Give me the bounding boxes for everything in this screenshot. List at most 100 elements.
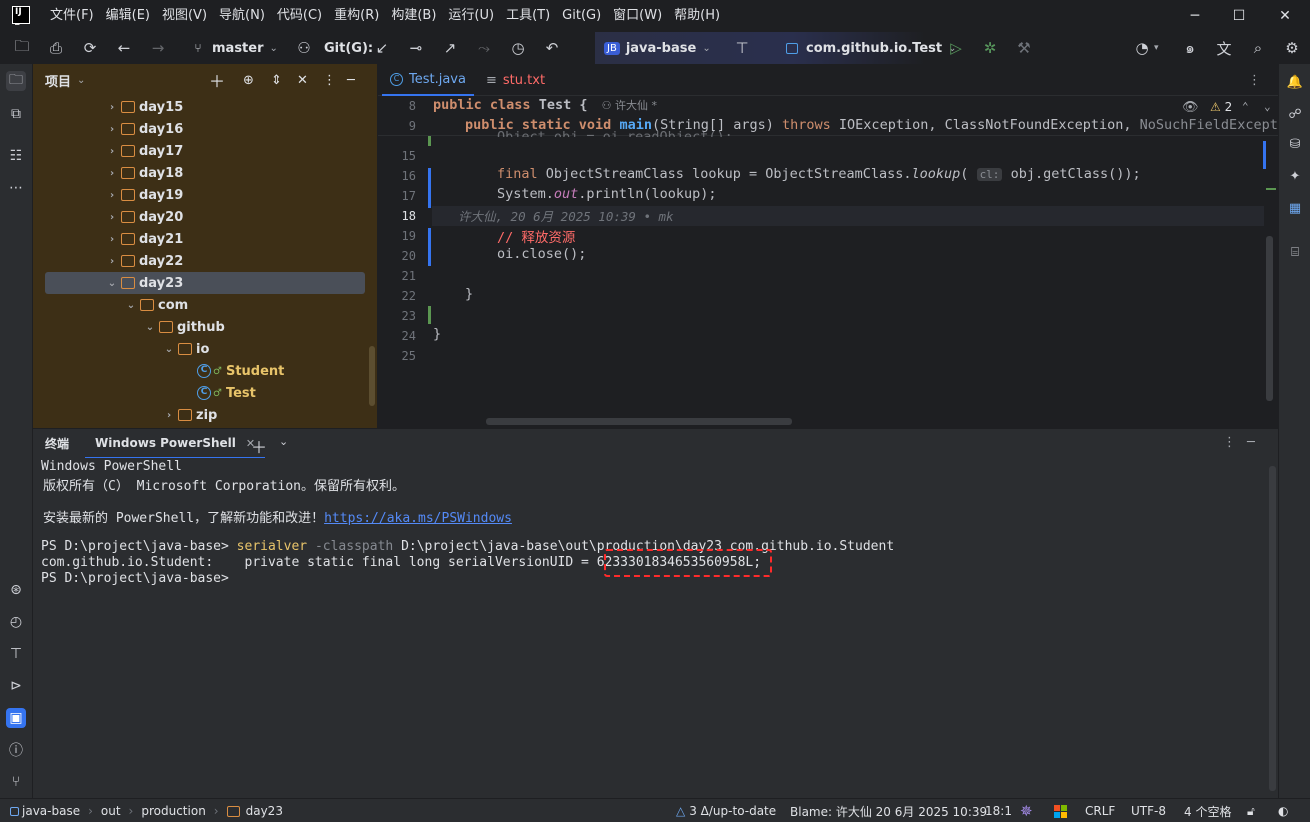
tab-test-java[interactable]: C Test.java <box>382 64 474 96</box>
ai-assistant-icon[interactable]: ๑ <box>1178 36 1202 60</box>
run-tool-icon[interactable]: ⊳ <box>6 676 26 696</box>
vcs-status[interactable]: △ 3 Δ/up-to-date <box>676 799 776 822</box>
chevron-right-icon[interactable]: › <box>105 256 119 267</box>
menu-item[interactable]: 代码(C) <box>271 4 328 28</box>
tree-item-day17[interactable]: › day17 <box>45 140 365 162</box>
chevron-down-icon[interactable]: ⌄ <box>77 75 85 86</box>
chevron-right-icon[interactable]: › <box>162 410 176 421</box>
expand-all-icon[interactable]: ⇕ <box>271 73 282 88</box>
menu-item[interactable]: Git(G) <box>556 4 607 28</box>
editor-v-scrollbar[interactable] <box>1266 236 1273 401</box>
more-tools-icon[interactable]: ⋯ <box>6 178 26 198</box>
intellij-logo-icon[interactable]: IJ _ <box>12 6 30 26</box>
warning-icon[interactable]: ⚠ 2 <box>1210 100 1232 114</box>
chevron-right-icon[interactable]: › <box>105 234 119 245</box>
terminal-options-icon[interactable]: ⋮ <box>1223 435 1236 450</box>
chevron-right-icon[interactable]: › <box>105 190 119 201</box>
menu-item[interactable]: 构建(B) <box>385 4 442 28</box>
ai-status-icon[interactable]: ✵ <box>1020 799 1033 822</box>
services-icon[interactable]: ⊛ <box>6 580 26 600</box>
added-lines-marker[interactable] <box>428 136 431 146</box>
tree-item-day20[interactable]: › day20 <box>45 206 365 228</box>
run-config-widget[interactable]: com.github.io.Test ⌄ <box>786 36 956 60</box>
windows-icon[interactable] <box>1054 799 1067 822</box>
terminal-icon[interactable]: ▣ <box>6 708 26 728</box>
line-ending[interactable]: CRLF <box>1085 799 1115 822</box>
notifications-icon[interactable]: 🔔 <box>1285 72 1305 92</box>
tree-item-zip[interactable]: › zip <box>45 404 365 426</box>
caret-position[interactable]: 18:1 <box>985 799 1012 822</box>
database-icon[interactable]: ⛁ <box>1285 134 1305 154</box>
tree-item-student[interactable]: C ♂ Student <box>45 360 365 382</box>
code-editor[interactable]: 8 public class Test { ⚇ 许大仙 * 9 public s… <box>378 96 1294 428</box>
editor-tab-options-icon[interactable]: ⋮ <box>1248 64 1261 96</box>
menu-item[interactable]: 视图(V) <box>156 4 213 28</box>
git-merge-icon[interactable]: ⤳ <box>472 36 496 60</box>
chevron-down-icon[interactable]: ⌄ <box>279 435 288 448</box>
indent-setting[interactable]: 4 个空格 <box>1184 799 1231 822</box>
git-push-icon[interactable]: ↗ <box>438 36 462 60</box>
gradle-icon[interactable]: ✦ <box>1285 166 1305 186</box>
menu-item[interactable]: 工具(T) <box>500 4 556 28</box>
tree-item-day23[interactable]: ⌄ day23 <box>45 272 365 294</box>
prev-problem-icon[interactable]: ⌃ <box>1242 100 1249 113</box>
powershell-link[interactable]: https://aka.ms/PSWindows <box>324 511 512 526</box>
chevron-down-icon[interactable]: ⌄ <box>105 278 119 289</box>
project-widget[interactable]: JB java-base ⌄ <box>604 36 711 60</box>
build-tool-icon[interactable]: ⊤ <box>6 644 26 664</box>
translate-icon[interactable]: 文 <box>1212 36 1236 60</box>
project-panel-title[interactable]: 项目 <box>45 71 71 90</box>
add-icon[interactable]: ＋ <box>209 68 225 92</box>
next-problem-icon[interactable]: ⌄ <box>1264 100 1271 113</box>
breadcrumb-item[interactable]: day23 <box>246 804 283 818</box>
hide-panel-icon[interactable]: ─ <box>347 73 355 88</box>
chevron-down-icon[interactable]: ⌄ <box>143 322 157 333</box>
git-commit-icon[interactable]: ⊸ <box>404 36 428 60</box>
forward-icon[interactable]: → <box>146 36 170 60</box>
changed-lines-marker[interactable] <box>428 228 431 266</box>
tree-item-io[interactable]: ⌄ io <box>45 338 365 360</box>
git-tool-icon[interactable]: ⑂ <box>6 772 26 792</box>
chevron-right-icon[interactable]: › <box>105 124 119 135</box>
branch-widget[interactable]: ⑂ master ⌄ <box>186 36 278 60</box>
terminal-output[interactable]: Windows PowerShell 版权所有（C） Microsoft Cor… <box>33 458 1278 798</box>
build-icon[interactable]: ⚒ <box>1012 36 1036 60</box>
open-folder-icon[interactable]: 🗀 <box>10 36 34 60</box>
tab-windows-powershell[interactable]: Windows PowerShell ✕ <box>85 429 266 459</box>
tree-item-github[interactable]: ⌄ github <box>45 316 365 338</box>
added-lines-marker[interactable] <box>428 306 431 324</box>
locate-icon[interactable]: ⊕ <box>243 73 254 88</box>
tree-item-day18[interactable]: › day18 <box>45 162 365 184</box>
problems-icon[interactable]: ⓘ <box>6 740 26 760</box>
menu-item[interactable]: 导航(N) <box>213 4 271 28</box>
close-button[interactable]: ✕ <box>1262 0 1308 32</box>
new-tab-icon[interactable]: ＋ <box>251 434 267 458</box>
hide-terminal-icon[interactable]: ─ <box>1247 435 1255 450</box>
menu-item[interactable]: 重构(R) <box>328 4 385 28</box>
editor-h-scrollbar[interactable] <box>486 418 792 425</box>
memory-indicator-icon[interactable]: ◐ <box>1278 799 1288 822</box>
options-icon[interactable]: ⋮ <box>323 73 336 88</box>
build-hammer-icon[interactable]: ⊤ <box>730 36 754 60</box>
sync-icon[interactable]: ⟳ <box>78 36 102 60</box>
project-scrollbar[interactable] <box>369 346 375 406</box>
lock-icon[interactable]: 🔓︎ <box>1247 799 1255 822</box>
tree-item-com[interactable]: ⌄ com <box>45 294 365 316</box>
chevron-down-icon[interactable]: ⌄ <box>162 344 176 355</box>
menu-item[interactable]: 帮助(H) <box>668 4 726 28</box>
tree-item-day16[interactable]: › day16 <box>45 118 365 140</box>
structure-icon[interactable]: ☷ <box>6 146 26 166</box>
terminal-scrollbar[interactable] <box>1269 466 1276 791</box>
profiler-icon[interactable]: ◴ <box>6 612 26 632</box>
search-icon[interactable]: ⌕ <box>1246 36 1270 60</box>
key-promoter-icon[interactable]: ⌸ <box>1285 242 1305 262</box>
chevron-right-icon[interactable]: › <box>105 102 119 113</box>
run-button[interactable]: ▷ <box>944 36 968 60</box>
reader-mode-eye-icon[interactable]: 👁 <box>1182 100 1199 115</box>
project-folder-icon[interactable]: 🗀 <box>6 71 26 91</box>
debug-button[interactable]: ✲ <box>978 36 1002 60</box>
git-update-icon[interactable]: ↙ <box>370 36 394 60</box>
rollback-icon[interactable]: ↶ <box>540 36 564 60</box>
menu-item[interactable]: 编辑(E) <box>100 4 156 28</box>
history-icon[interactable]: ◷ <box>506 36 530 60</box>
